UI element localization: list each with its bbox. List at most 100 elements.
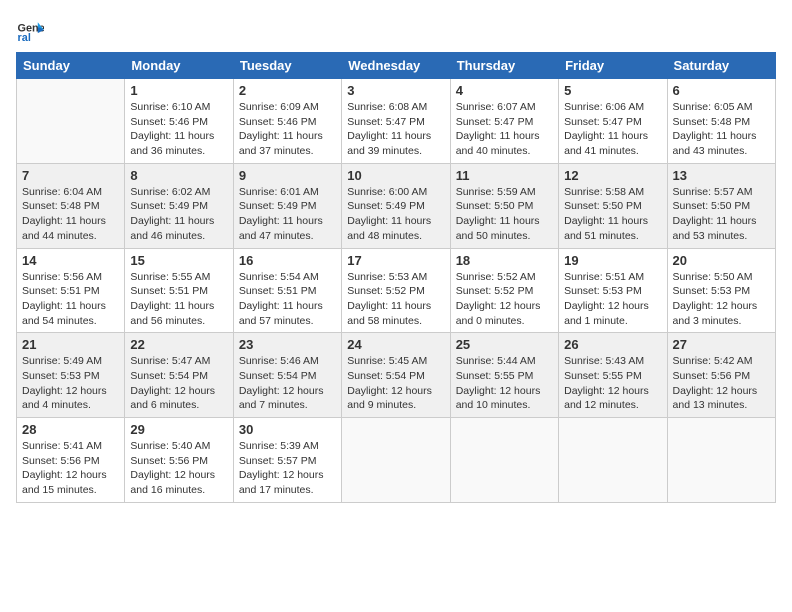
day-number: 9 <box>239 168 336 183</box>
day-info: Sunrise: 5:47 AM Sunset: 5:54 PM Dayligh… <box>130 354 227 413</box>
day-info: Sunrise: 6:07 AM Sunset: 5:47 PM Dayligh… <box>456 100 553 159</box>
svg-text:ral: ral <box>18 32 31 44</box>
day-info: Sunrise: 6:02 AM Sunset: 5:49 PM Dayligh… <box>130 185 227 244</box>
calendar-week-row: 28 Sunrise: 5:41 AM Sunset: 5:56 PM Dayli… <box>17 418 776 503</box>
day-number: 23 <box>239 337 336 352</box>
calendar-cell: 25Sunrise: 5:44 AM Sunset: 5:55 PM Dayli… <box>450 333 558 418</box>
day-info: Sunrise: 6:10 AM Sunset: 5:46 PM Dayligh… <box>130 100 227 159</box>
day-info: Sunrise: 5:58 AM Sunset: 5:50 PM Dayligh… <box>564 185 661 244</box>
weekday-header: Friday <box>559 53 667 79</box>
calendar-cell: 21 Sunrise: 5:49 AM Sunset: 5:53 PM Dayli… <box>17 333 125 418</box>
logo: Gene ral <box>16 16 48 44</box>
day-info: Sunrise: 6:00 AM Sunset: 5:49 PM Dayligh… <box>347 185 444 244</box>
day-info: Sunrise: 5:46 AM Sunset: 5:54 PM Dayligh… <box>239 354 336 413</box>
calendar-cell: 22Sunrise: 5:47 AM Sunset: 5:54 PM Dayli… <box>125 333 233 418</box>
day-number: 12 <box>564 168 661 183</box>
day-info: Sunrise: 5:53 AM Sunset: 5:52 PM Dayligh… <box>347 270 444 329</box>
day-number: 28 <box>22 422 119 437</box>
calendar-cell: 13 Sunrise: 5:57 AM Sunset: 5:50 PM Dayli… <box>667 163 775 248</box>
day-number: 15 <box>130 253 227 268</box>
day-number: 18 <box>456 253 553 268</box>
day-number: 8 <box>130 168 227 183</box>
calendar-cell: 18 Sunrise: 5:52 AM Sunset: 5:52 PM Dayli… <box>450 248 558 333</box>
calendar-header-row: SundayMondayTuesdayWednesdayThursdayFrid… <box>17 53 776 79</box>
day-number: 7 <box>22 168 119 183</box>
day-number: 25 <box>456 337 553 352</box>
calendar-cell <box>450 418 558 503</box>
day-number: 16 <box>239 253 336 268</box>
day-number: 13 <box>673 168 770 183</box>
day-number: 30 <box>239 422 336 437</box>
weekday-header: Saturday <box>667 53 775 79</box>
day-number: 17 <box>347 253 444 268</box>
day-number: 2 <box>239 83 336 98</box>
calendar-cell: 17 Sunrise: 5:53 AM Sunset: 5:52 PM Dayli… <box>342 248 450 333</box>
day-info: Sunrise: 5:49 AM Sunset: 5:53 PM Dayligh… <box>22 354 119 413</box>
day-info: Sunrise: 5:59 AM Sunset: 5:50 PM Dayligh… <box>456 185 553 244</box>
day-number: 6 <box>673 83 770 98</box>
calendar-table: SundayMondayTuesdayWednesdayThursdayFrid… <box>16 52 776 503</box>
day-info: Sunrise: 5:54 AM Sunset: 5:51 PM Dayligh… <box>239 270 336 329</box>
weekday-header: Thursday <box>450 53 558 79</box>
calendar-cell <box>17 79 125 164</box>
calendar-cell: 19 Sunrise: 5:51 AM Sunset: 5:53 PM Dayli… <box>559 248 667 333</box>
day-info: Sunrise: 6:05 AM Sunset: 5:48 PM Dayligh… <box>673 100 770 159</box>
day-number: 21 <box>22 337 119 352</box>
day-number: 1 <box>130 83 227 98</box>
calendar-cell: 29 Sunrise: 5:40 AM Sunset: 5:56 PM Dayli… <box>125 418 233 503</box>
day-info: Sunrise: 5:57 AM Sunset: 5:50 PM Dayligh… <box>673 185 770 244</box>
calendar-week-row: 14Sunrise: 5:56 AM Sunset: 5:51 PM Dayli… <box>17 248 776 333</box>
day-info: Sunrise: 6:09 AM Sunset: 5:46 PM Dayligh… <box>239 100 336 159</box>
weekday-header: Tuesday <box>233 53 341 79</box>
calendar-week-row: 7 Sunrise: 6:04 AM Sunset: 5:48 PM Daylig… <box>17 163 776 248</box>
calendar-cell: 28 Sunrise: 5:41 AM Sunset: 5:56 PM Dayli… <box>17 418 125 503</box>
day-number: 10 <box>347 168 444 183</box>
calendar-cell: 4 Sunrise: 6:07 AM Sunset: 5:47 PM Daylig… <box>450 79 558 164</box>
day-info: Sunrise: 5:56 AM Sunset: 5:51 PM Dayligh… <box>22 270 119 329</box>
calendar-cell: 2 Sunrise: 6:09 AM Sunset: 5:46 PM Daylig… <box>233 79 341 164</box>
calendar-cell: 14Sunrise: 5:56 AM Sunset: 5:51 PM Dayli… <box>17 248 125 333</box>
calendar-cell: 30 Sunrise: 5:39 AM Sunset: 5:57 PM Dayli… <box>233 418 341 503</box>
day-info: Sunrise: 5:43 AM Sunset: 5:55 PM Dayligh… <box>564 354 661 413</box>
day-info: Sunrise: 6:04 AM Sunset: 5:48 PM Dayligh… <box>22 185 119 244</box>
calendar-cell: 3Sunrise: 6:08 AM Sunset: 5:47 PM Daylig… <box>342 79 450 164</box>
day-number: 19 <box>564 253 661 268</box>
day-number: 29 <box>130 422 227 437</box>
calendar-cell: 20 Sunrise: 5:50 AM Sunset: 5:53 PM Dayli… <box>667 248 775 333</box>
logo-icon: Gene ral <box>16 16 44 44</box>
day-info: Sunrise: 5:41 AM Sunset: 5:56 PM Dayligh… <box>22 439 119 498</box>
page-header: Gene ral <box>16 16 776 44</box>
day-info: Sunrise: 6:01 AM Sunset: 5:49 PM Dayligh… <box>239 185 336 244</box>
calendar-cell: 10 Sunrise: 6:00 AM Sunset: 5:49 PM Dayli… <box>342 163 450 248</box>
day-info: Sunrise: 5:50 AM Sunset: 5:53 PM Dayligh… <box>673 270 770 329</box>
calendar-cell: 5Sunrise: 6:06 AM Sunset: 5:47 PM Daylig… <box>559 79 667 164</box>
day-number: 20 <box>673 253 770 268</box>
weekday-header: Monday <box>125 53 233 79</box>
calendar-cell: 24 Sunrise: 5:45 AM Sunset: 5:54 PM Dayli… <box>342 333 450 418</box>
weekday-header: Wednesday <box>342 53 450 79</box>
day-info: Sunrise: 5:39 AM Sunset: 5:57 PM Dayligh… <box>239 439 336 498</box>
day-info: Sunrise: 5:40 AM Sunset: 5:56 PM Dayligh… <box>130 439 227 498</box>
day-number: 4 <box>456 83 553 98</box>
calendar-cell <box>559 418 667 503</box>
day-info: Sunrise: 5:51 AM Sunset: 5:53 PM Dayligh… <box>564 270 661 329</box>
calendar-cell: 15Sunrise: 5:55 AM Sunset: 5:51 PM Dayli… <box>125 248 233 333</box>
day-number: 24 <box>347 337 444 352</box>
calendar-cell: 9 Sunrise: 6:01 AM Sunset: 5:49 PM Daylig… <box>233 163 341 248</box>
calendar-cell: 6 Sunrise: 6:05 AM Sunset: 5:48 PM Daylig… <box>667 79 775 164</box>
calendar-cell: 16 Sunrise: 5:54 AM Sunset: 5:51 PM Dayli… <box>233 248 341 333</box>
calendar-cell: 8 Sunrise: 6:02 AM Sunset: 5:49 PM Daylig… <box>125 163 233 248</box>
calendar-cell: 11 Sunrise: 5:59 AM Sunset: 5:50 PM Dayli… <box>450 163 558 248</box>
weekday-header: Sunday <box>17 53 125 79</box>
calendar-cell <box>342 418 450 503</box>
day-info: Sunrise: 5:45 AM Sunset: 5:54 PM Dayligh… <box>347 354 444 413</box>
day-number: 11 <box>456 168 553 183</box>
day-number: 26 <box>564 337 661 352</box>
day-info: Sunrise: 5:52 AM Sunset: 5:52 PM Dayligh… <box>456 270 553 329</box>
calendar-week-row: 1 Sunrise: 6:10 AM Sunset: 5:46 PM Daylig… <box>17 79 776 164</box>
day-number: 3 <box>347 83 444 98</box>
calendar-cell: 26 Sunrise: 5:43 AM Sunset: 5:55 PM Dayli… <box>559 333 667 418</box>
calendar-week-row: 21 Sunrise: 5:49 AM Sunset: 5:53 PM Dayli… <box>17 333 776 418</box>
calendar-cell: 12 Sunrise: 5:58 AM Sunset: 5:50 PM Dayli… <box>559 163 667 248</box>
day-number: 5 <box>564 83 661 98</box>
